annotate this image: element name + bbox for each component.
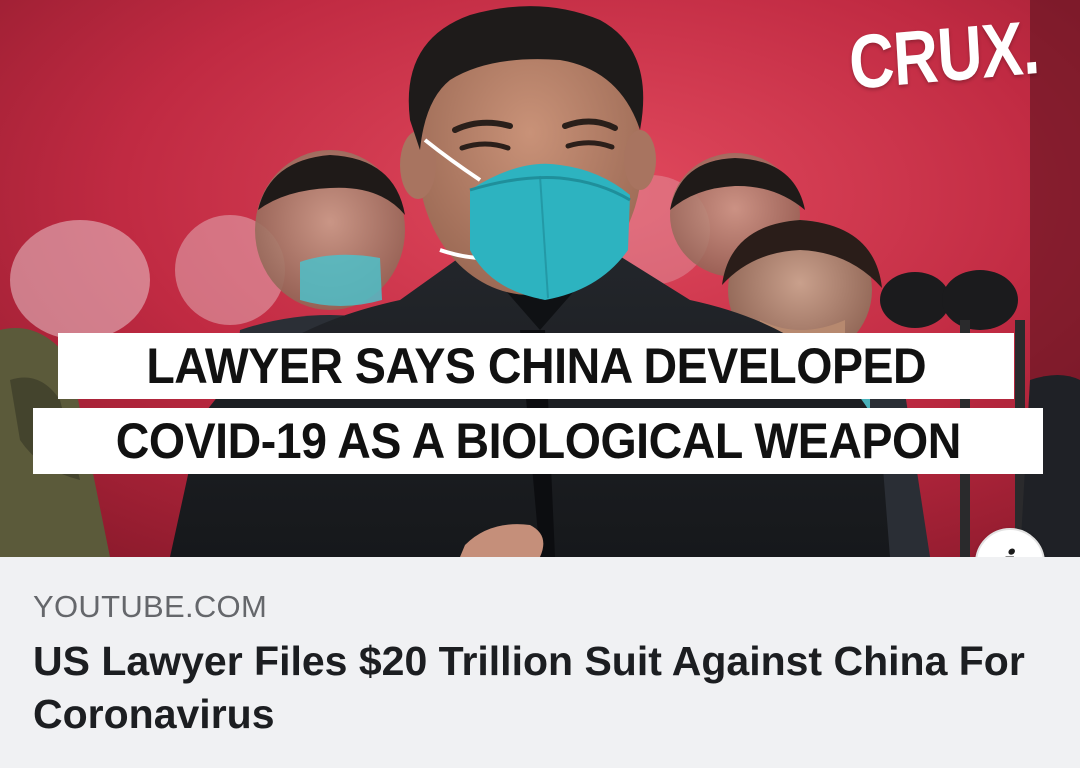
thumbnail-headline-line-1: LAWYER SAYS CHINA DEVELOPED: [58, 333, 1014, 399]
crux-logo: CRUX.: [846, 5, 1041, 106]
link-thumbnail[interactable]: CRUX. LAWYER SAYS CHINA DEVELOPED COVID-…: [0, 0, 1080, 557]
headline-line-1-text: LAWYER SAYS CHINA DEVELOPED: [146, 338, 926, 394]
link-title[interactable]: US Lawyer Files $20 Trillion Suit Agains…: [33, 635, 1033, 741]
headline-line-2-text: COVID-19 AS A BIOLOGICAL WEAPON: [115, 413, 961, 469]
link-preview-card[interactable]: CRUX. LAWYER SAYS CHINA DEVELOPED COVID-…: [0, 0, 1080, 768]
link-caption[interactable]: YOUTUBE.COM US Lawyer Files $20 Trillion…: [0, 557, 1080, 768]
source-domain: YOUTUBE.COM: [33, 589, 268, 624]
thumbnail-headline-line-2: COVID-19 AS A BIOLOGICAL WEAPON: [33, 408, 1043, 474]
